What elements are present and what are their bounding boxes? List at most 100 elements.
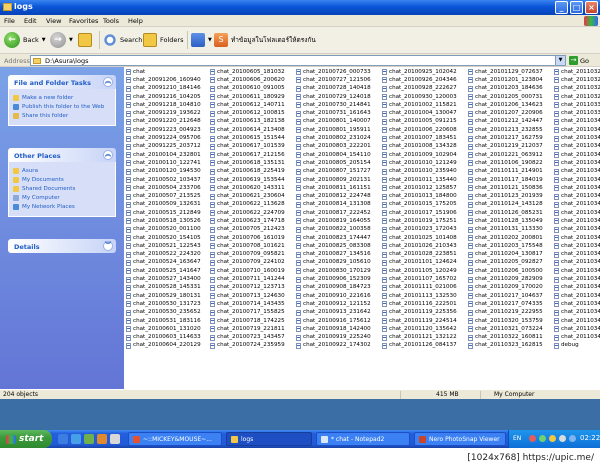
maximize-button[interactable]: □ [570,1,583,14]
file-item[interactable]: chat_20100530_235652 [126,309,201,317]
file-item[interactable]: chat_20110323_162815 [468,342,543,350]
file-item[interactable]: chat_20100925_102042 [382,68,457,76]
file-item[interactable]: chat_20100619_153544 [210,176,285,184]
file-item[interactable]: chat_20110341 [554,209,600,217]
file-item[interactable]: chat_20110341 [554,284,600,292]
file-item[interactable]: chat_20101219_212037 [468,143,543,151]
file-item[interactable]: chat_20101107_165702 [382,275,457,283]
file-item[interactable]: chat_20110121_150836 [468,184,543,192]
file-item[interactable]: chat_20100728_140418 [296,85,371,93]
file-item[interactable]: chat_20100617_101539 [210,143,285,151]
file-item[interactable]: chat_20110320_153759 [468,317,543,325]
file-item[interactable]: chat_20100618_135131 [210,159,285,167]
file-item[interactable]: chat_20110341 [554,168,600,176]
menu-edit[interactable]: Edit [24,17,37,25]
task-notepad2[interactable]: * chat - Notepad2 [316,432,410,446]
file-item[interactable]: chat_20110341 [554,192,600,200]
file-item[interactable]: chat_20110341 [554,259,600,267]
file-item[interactable]: chat_20100621_230604 [210,192,285,200]
share-folder-link[interactable]: Share this folder [13,113,111,119]
file-item[interactable]: chat_20100614_213408 [210,126,285,134]
file-item[interactable]: chat_20100727_121506 [296,76,371,84]
file-item[interactable]: chat_20100712_123713 [210,284,285,292]
file-item[interactable]: chat_20100604_220129 [126,342,201,350]
file-item[interactable]: chat_20100603_114633 [126,334,201,342]
file-item[interactable]: chat_20100731_161643 [296,109,371,117]
other-place-my-network-places[interactable]: My Network Places [13,204,111,210]
file-item[interactable]: chat_20100814_131308 [296,201,371,209]
file-item[interactable]: chat_20100804_154110 [296,151,371,159]
file-item[interactable]: chat_20100709_095821 [210,251,285,259]
file-item[interactable]: chat_20101203_184636 [468,85,543,93]
file-item[interactable]: chat_20100706_161019 [210,234,285,242]
file-item[interactable]: chat_20101010_121249 [382,159,457,167]
file-item[interactable]: chat_20101010_235940 [382,168,457,176]
file-item[interactable]: chat_20100529_180131 [126,292,201,300]
tray-icon[interactable] [529,435,536,442]
file-item[interactable]: chat_20101023_172043 [382,226,457,234]
file-item[interactable]: chat_20110106_190822 [468,159,543,167]
views-button[interactable]: ▼ [191,31,212,49]
file-item[interactable]: chat_20100805_205154 [296,159,371,167]
file-folder-tasks-header[interactable]: File and Folder Tasks ︽ [8,75,116,89]
file-item[interactable]: chat_20110322_160811 [468,334,543,342]
file-item[interactable]: chat_20110341 [554,317,600,325]
file-item[interactable]: chat_20110320 [554,68,600,76]
file-item[interactable]: chat_20100507_213525 [126,192,201,200]
file-item[interactable]: chat_20100829_105610 [296,259,371,267]
file-item[interactable]: chat_20100622_224709 [210,209,285,217]
file-item[interactable]: chat_20100819_164055 [296,217,371,225]
file-item[interactable]: chat_20110341 [554,275,600,283]
file-item[interactable]: chat_20110111_214901 [468,168,543,176]
file-item[interactable]: chat_20101101_124624 [382,259,457,267]
quicklaunch-desktop-icon[interactable] [58,434,68,444]
other-place-my-documents[interactable]: My Documents [13,177,111,183]
other-places-header[interactable]: Other Places ︽ [8,148,116,162]
task-logs[interactable]: logs [226,432,312,446]
file-item[interactable]: chat_20100520_001100 [126,226,201,234]
file-item[interactable]: chat_20091210_184146 [126,85,201,93]
file-item[interactable]: chat_20100524_163647 [126,259,201,267]
file-item[interactable]: chat_20101015_175205 [382,201,457,209]
file-item[interactable]: chat_20110327 [554,76,600,84]
file-item[interactable]: chat_20100711_141244 [210,275,285,283]
file-item[interactable]: chat_20100502_103437 [126,176,201,184]
file-item[interactable]: chat_20100617_212156 [210,151,285,159]
file-item[interactable]: chat_20100708_101621 [210,242,285,250]
file-item[interactable]: chat_20110341 [554,334,600,342]
file-item[interactable]: chat_20100926_204346 [382,76,457,84]
file-item[interactable]: chat_20100713_124630 [210,292,285,300]
file-item[interactable]: chat_20100623_174718 [210,217,285,225]
file-item[interactable]: chat_20100729_124018 [296,93,371,101]
file-item[interactable]: chat_20100913_231642 [296,309,371,317]
file-item[interactable]: chat_20100928_222627 [382,85,457,93]
file-item[interactable]: chat_20101126_084137 [382,342,457,350]
task-mickey-mouse[interactable]: ~::MICKEY&MOUSE~... [128,432,222,446]
file-item[interactable]: chat_20101221_063912 [468,151,543,159]
file-item[interactable]: chat_20101207_220906 [468,109,543,117]
network-icon[interactable] [569,435,576,442]
file-item[interactable]: chat_20110203_175548 [468,242,543,250]
file-item[interactable]: chat_20101116_222501 [382,300,457,308]
search-button[interactable]: Search [103,31,142,49]
file-item[interactable]: chat_20101121_132122 [382,334,457,342]
file-item[interactable]: chat_20101111_021006 [382,284,457,292]
file-item[interactable]: chat_20110341 [554,267,600,275]
file-item[interactable]: chat_20101201_123804 [468,76,543,84]
file-item[interactable]: chat_20101120_135642 [382,325,457,333]
file-item[interactable]: chat_20100918_142400 [296,325,371,333]
file-item[interactable]: chat_20101002_115821 [382,101,457,109]
file-item[interactable]: chat_20101006_220608 [382,126,457,134]
file-item[interactable]: chat_20110341 [554,176,600,184]
file-item[interactable]: chat_20110205_092827 [468,259,543,267]
volume-icon[interactable] [559,435,566,442]
file-item[interactable]: chat_20100528_145331 [126,284,201,292]
file-item[interactable]: chat_20100803_222201 [296,143,371,151]
file-item[interactable]: chat_20101005_091215 [382,118,457,126]
file-item[interactable]: chat_20110204_130817 [468,251,543,259]
file-item[interactable]: chat_20101007_183451 [382,134,457,142]
file-item[interactable]: chat_20100830_170129 [296,267,371,275]
file-item[interactable]: chat_20110341 [554,300,600,308]
file-item[interactable]: chat_20100823_174447 [296,234,371,242]
collapse-chevron-icon[interactable]: ︽ [103,150,113,160]
